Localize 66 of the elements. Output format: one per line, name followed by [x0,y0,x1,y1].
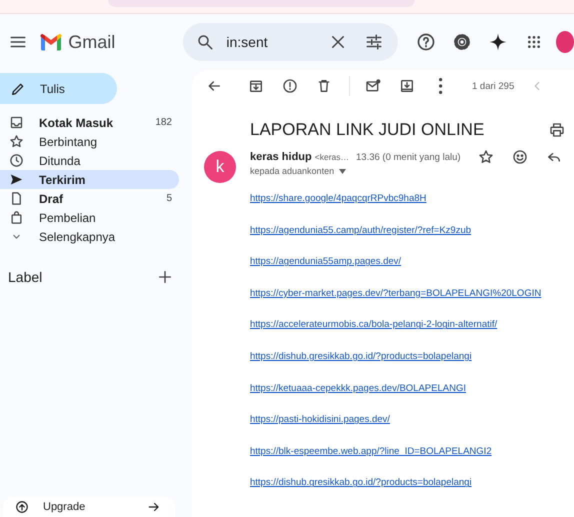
caret-icon [338,168,346,174]
sidebar-item[interactable]: Berbintang [0,132,179,151]
email-link[interactable]: https://share.google/4paqcqrRPvbc9ha8H [250,193,426,204]
plus-icon [157,269,173,285]
sender-name: keras hidup [250,151,312,163]
upgrade-button[interactable]: Upgrade [3,497,175,517]
pagination-text: 1 dari 295 [472,80,514,92]
sender-avatar: k [204,151,236,183]
pencil-icon [10,80,26,96]
sender-email: <keras… [314,152,349,162]
printer-icon [549,122,565,138]
star-icon [9,134,24,149]
email-link[interactable]: https://blk-espeembe.web.app/?line_ID=BOLAPELANGI2 [250,446,492,457]
upgrade-icon [15,500,29,514]
filter-icon [365,33,384,51]
search-field[interactable]: in:sent [226,34,326,50]
trash-icon [316,78,332,94]
sent-time: 13.36 (0 menit yang lalu) [356,152,461,163]
email-link[interactable]: https://accelerateurmobis.ca/bola-pelangi-2-login-alternatif/ [250,319,498,330]
email-link[interactable]: https://ketuaaa-cepekkk.pages.dev/BOLAPELANGI [250,382,466,394]
email-link[interactable]: https://dishub.gresikkab.go.id/?products=bolapelangi [250,477,472,488]
inbox-icon [9,115,24,130]
star-icon [478,149,494,165]
sidebar-item[interactable]: Selengkapnya [0,227,179,246]
email-link[interactable]: https://pasti-hokidisini.pages.dev/ [250,414,390,426]
archive-icon [248,78,264,94]
bag-icon [9,210,24,225]
mail-icon [365,78,381,94]
email-link[interactable]: https://cyber-market.pages.dev/?terbang=BOLAPELANGI%20LOGIN [250,288,542,299]
sidebar-item[interactable]: Draf 5 [0,189,179,208]
document-icon [9,191,24,206]
app-name: Gmail [68,32,116,52]
report-spam-button[interactable] [281,77,299,95]
sidebar-item[interactable]: Kotak Masuk 182 [0,113,179,132]
search-icon [196,33,214,51]
sidebar-item[interactable]: Terkirim [0,170,179,189]
settings-icon [452,32,472,52]
sidebar-item[interactable]: Ditunda [0,151,179,170]
apps-grid-icon [526,34,542,50]
sidebar-item[interactable]: Pembelian [0,208,179,227]
help-icon [416,32,436,52]
add-label-button[interactable] [157,269,173,285]
exclamation-icon [282,78,298,94]
tray-icon [399,78,415,94]
send-icon [9,172,24,187]
email-link[interactable]: https://agendunia55.camp/auth/register/?ref=Kz9zub [250,224,472,236]
arrow-right-icon [147,500,161,514]
email-subject: LAPORAN LINK JUDI ONLINE [250,120,486,140]
labels-heading: Label [8,269,42,285]
more-icon [439,78,443,94]
unread-count: 5 [166,193,172,204]
star-button[interactable] [477,148,495,166]
account-avatar[interactable] [556,31,574,53]
recipient-text: kepada aduankonten [250,166,334,176]
m-logo-icon [40,34,62,50]
print-button[interactable] [548,121,566,139]
email-link[interactable]: https://agendunia55amp.pages.dev/ [250,256,402,268]
compose-button[interactable]: Tulis [0,73,117,104]
emoji-button[interactable] [511,148,529,166]
details-dropdown[interactable] [337,166,348,176]
move-to-button[interactable] [398,77,416,95]
search-bar[interactable]: in:sent [183,23,398,61]
unread-count: 182 [155,117,172,128]
smiley-icon [512,149,528,165]
clock-icon [9,153,24,168]
email-link[interactable]: https://dishub.gresikkab.go.id/?products=bolapelangi [250,350,472,362]
